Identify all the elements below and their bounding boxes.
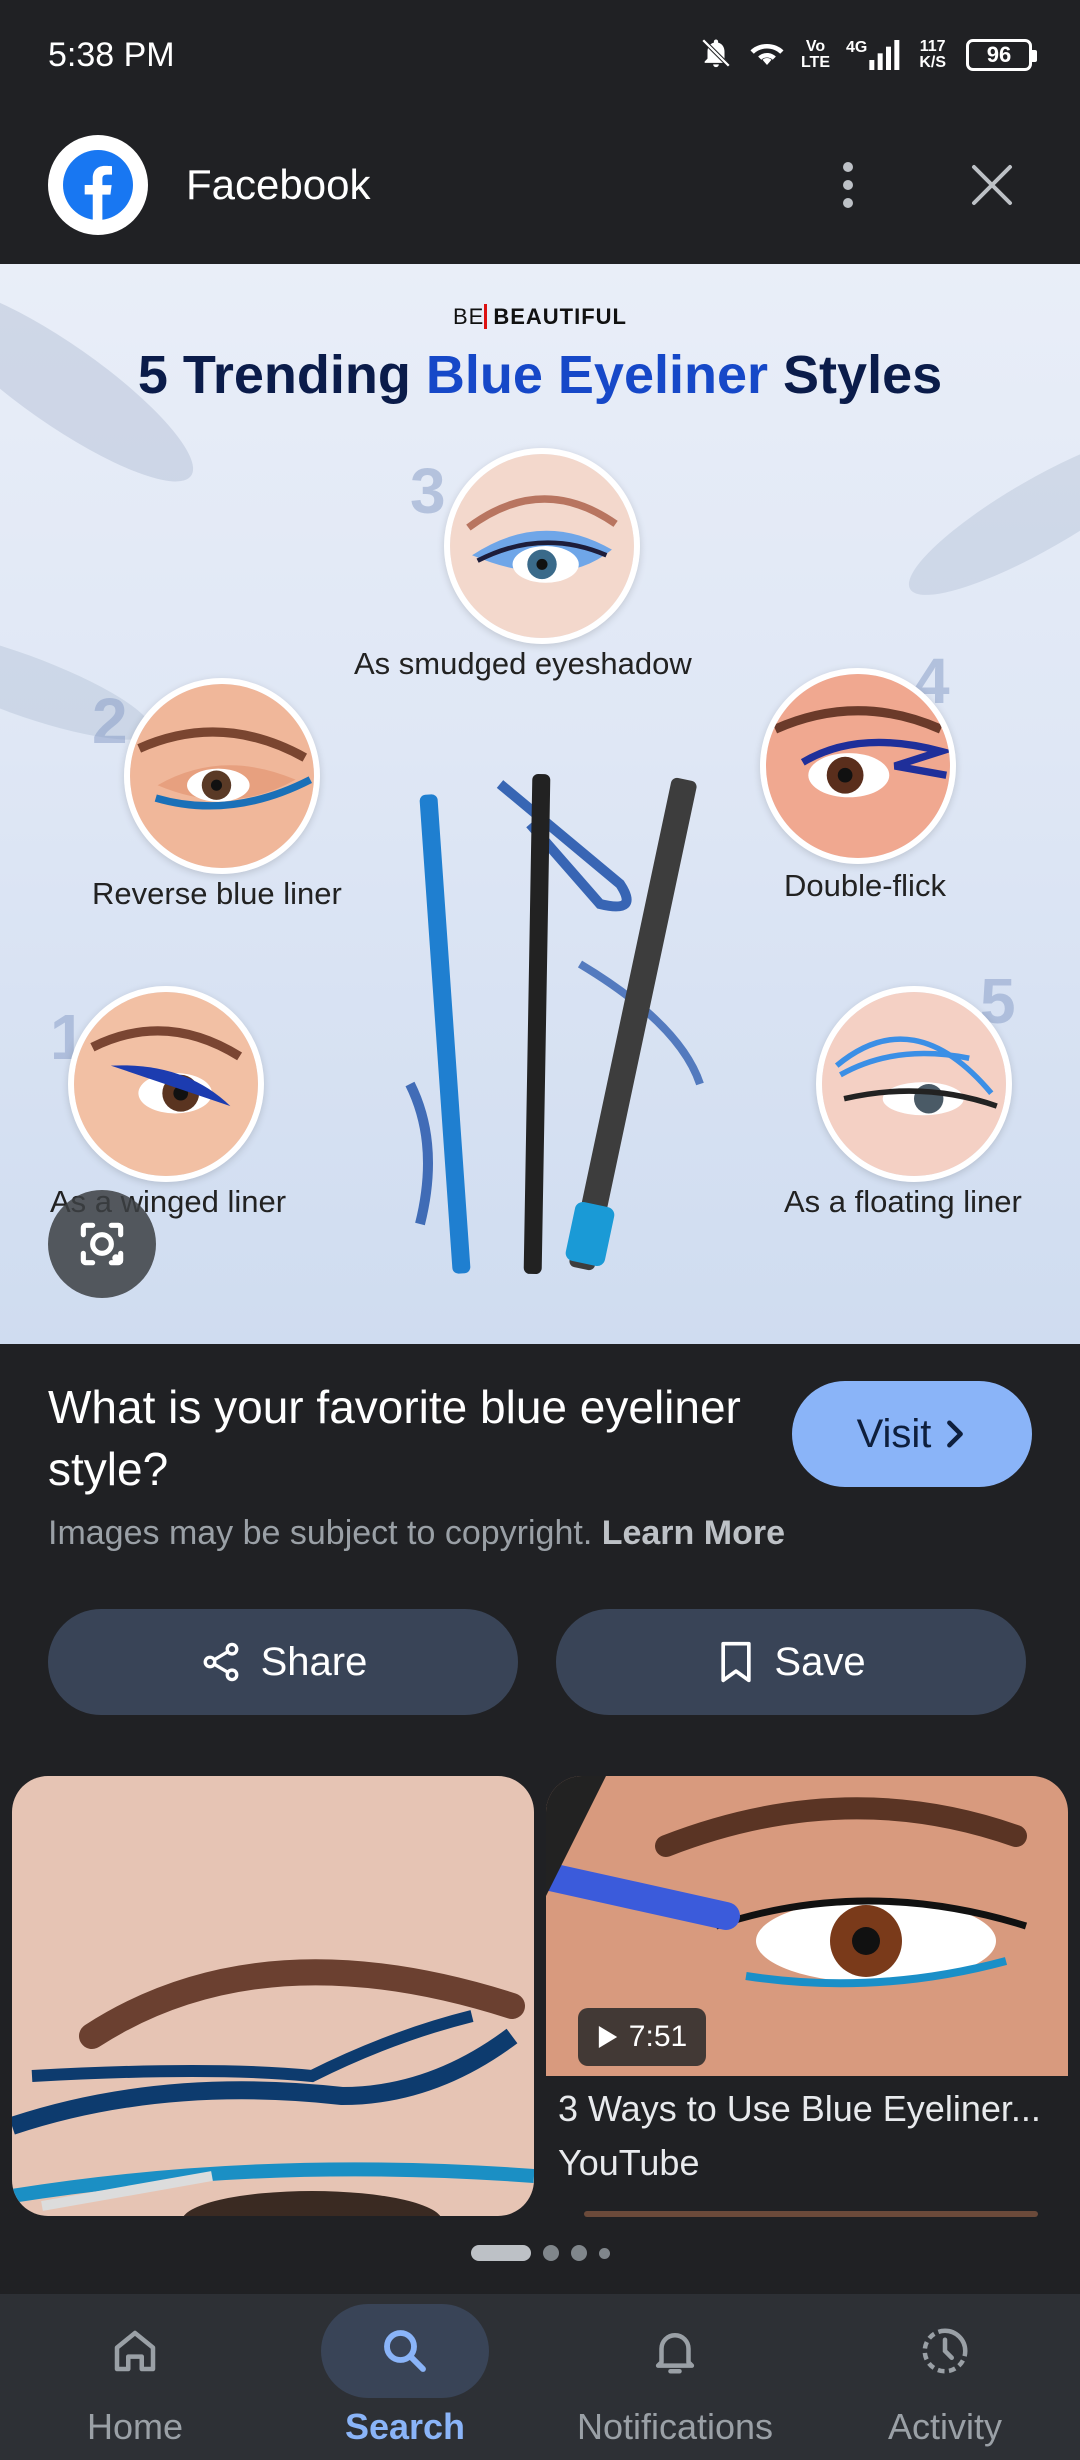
share-icon xyxy=(203,1642,239,1682)
image-title-part3: Styles xyxy=(768,345,943,405)
eye-photo-winged xyxy=(68,986,264,1182)
nav-notifications-icon-wrap xyxy=(591,2304,759,2398)
nav-search-icon-wrap xyxy=(321,2304,489,2398)
home-icon xyxy=(114,2330,156,2372)
activity-icon xyxy=(922,2328,968,2374)
lens-search-button[interactable] xyxy=(48,1190,156,1298)
style-caption: As a floating liner xyxy=(784,1184,1022,1219)
copyright-text: Images may be subject to copyright. xyxy=(48,1514,593,1552)
eye-photo-smudged xyxy=(444,448,640,644)
image-title: 5 Trending Blue Eyeliner Styles xyxy=(0,344,1080,406)
image-title-part2: Blue Eyeliner xyxy=(425,345,769,405)
eye-photo-reverse xyxy=(124,678,320,874)
share-label: Share xyxy=(260,1639,368,1684)
share-button[interactable]: Share xyxy=(48,1609,518,1715)
visit-button[interactable]: Visit xyxy=(792,1381,1032,1487)
lens-icon xyxy=(80,1222,124,1266)
page-dot xyxy=(570,2245,587,2261)
brand-logo: BE BEAUTIFUL xyxy=(0,304,1080,330)
style-number: 3 xyxy=(410,455,446,527)
page-dot-active xyxy=(470,2245,531,2261)
video-source: YouTube xyxy=(558,2142,700,2183)
copyright-notice: Images may be subject to copyright. Lear… xyxy=(48,1514,785,1553)
save-button[interactable]: Save xyxy=(556,1609,1026,1715)
video-title[interactable]: 3 Ways to Use Blue Eyeliner... xyxy=(558,2088,1058,2130)
eye-photo-doubleflick xyxy=(760,668,956,864)
chevron-right-icon xyxy=(947,1420,964,1448)
net-speed-value: 117 xyxy=(919,38,946,55)
signal-icon xyxy=(869,40,900,70)
nav-notifications-label: Notifications xyxy=(576,2406,774,2447)
more-options-button[interactable] xyxy=(808,145,888,225)
brand-left: BE xyxy=(452,304,485,329)
facebook-logo-icon[interactable] xyxy=(48,135,148,235)
eye-photo-floating xyxy=(816,986,1012,1182)
related-image-eye-art xyxy=(12,1776,534,2216)
image-title-part1: 5 Trending xyxy=(137,345,426,405)
pagination-dots xyxy=(0,2245,1080,2261)
result-title[interactable]: What is your favorite blue eyeliner styl… xyxy=(48,1376,768,1500)
net-speed: 117 K/S xyxy=(919,39,946,71)
nav-activity[interactable]: Activity xyxy=(820,2294,1070,2448)
style-caption: Reverse blue liner xyxy=(92,876,342,911)
source-header: Facebook xyxy=(0,130,1080,240)
nav-activity-label: Activity xyxy=(887,2406,1002,2447)
visit-label: Visit xyxy=(856,1411,932,1456)
style-caption: As smudged eyeshadow xyxy=(354,646,692,681)
status-icons: Vo LTE 4G 117 K/S 96 xyxy=(699,36,1037,75)
signal-type: 4G xyxy=(845,39,868,56)
nav-home-icon-wrap xyxy=(51,2304,219,2398)
volte-top: Vo xyxy=(805,38,826,55)
bookmark-icon xyxy=(721,1641,752,1683)
close-button[interactable] xyxy=(952,145,1032,225)
next-result-preview xyxy=(584,2211,1038,2217)
battery-indicator: 96 xyxy=(966,39,1037,71)
video-duration: 7:51 xyxy=(628,2020,688,2053)
volte-indicator: Vo LTE xyxy=(801,39,830,71)
nav-notifications[interactable]: Notifications xyxy=(550,2294,800,2448)
nav-home-label: Home xyxy=(86,2406,184,2447)
bottom-nav: Home Search Notifications Activity xyxy=(0,2294,1080,2460)
bell-icon xyxy=(655,2333,695,2374)
volte-bottom: LTE xyxy=(800,54,830,71)
close-icon xyxy=(972,165,1012,205)
nav-search-label: Search xyxy=(344,2406,466,2447)
wifi-icon xyxy=(749,37,785,74)
net-speed-unit: K/S xyxy=(919,54,946,71)
status-time: 5:38 PM xyxy=(48,35,175,74)
cell-signal: 4G xyxy=(846,40,903,70)
related-image-1[interactable] xyxy=(12,1776,534,2216)
search-icon xyxy=(384,2330,426,2372)
more-vert-icon xyxy=(843,162,853,208)
play-icon xyxy=(598,2026,617,2048)
style-number: 2 xyxy=(92,685,128,757)
nav-search[interactable]: Search xyxy=(280,2294,530,2448)
page-dot xyxy=(598,2247,610,2259)
main-image[interactable]: BE BEAUTIFUL 5 Trending Blue Eyeliner Sty… xyxy=(0,264,1080,1344)
video-duration-badge: 7:51 xyxy=(578,2008,706,2066)
learn-more-link[interactable]: Learn More xyxy=(602,1514,785,1552)
save-label: Save xyxy=(774,1639,866,1684)
page-dot xyxy=(542,2245,559,2261)
style-caption: Double-flick xyxy=(784,868,946,903)
nav-activity-icon-wrap xyxy=(861,2304,1029,2398)
status-bar: 5:38 PM Vo LTE 4G 117 K/S 96 xyxy=(0,0,1080,110)
nav-home[interactable]: Home xyxy=(10,2294,260,2448)
eyeliner-pencils xyxy=(405,773,704,1275)
brand-right: BEAUTIFUL xyxy=(484,304,627,329)
source-title[interactable]: Facebook xyxy=(186,161,808,209)
mute-icon xyxy=(699,36,733,75)
